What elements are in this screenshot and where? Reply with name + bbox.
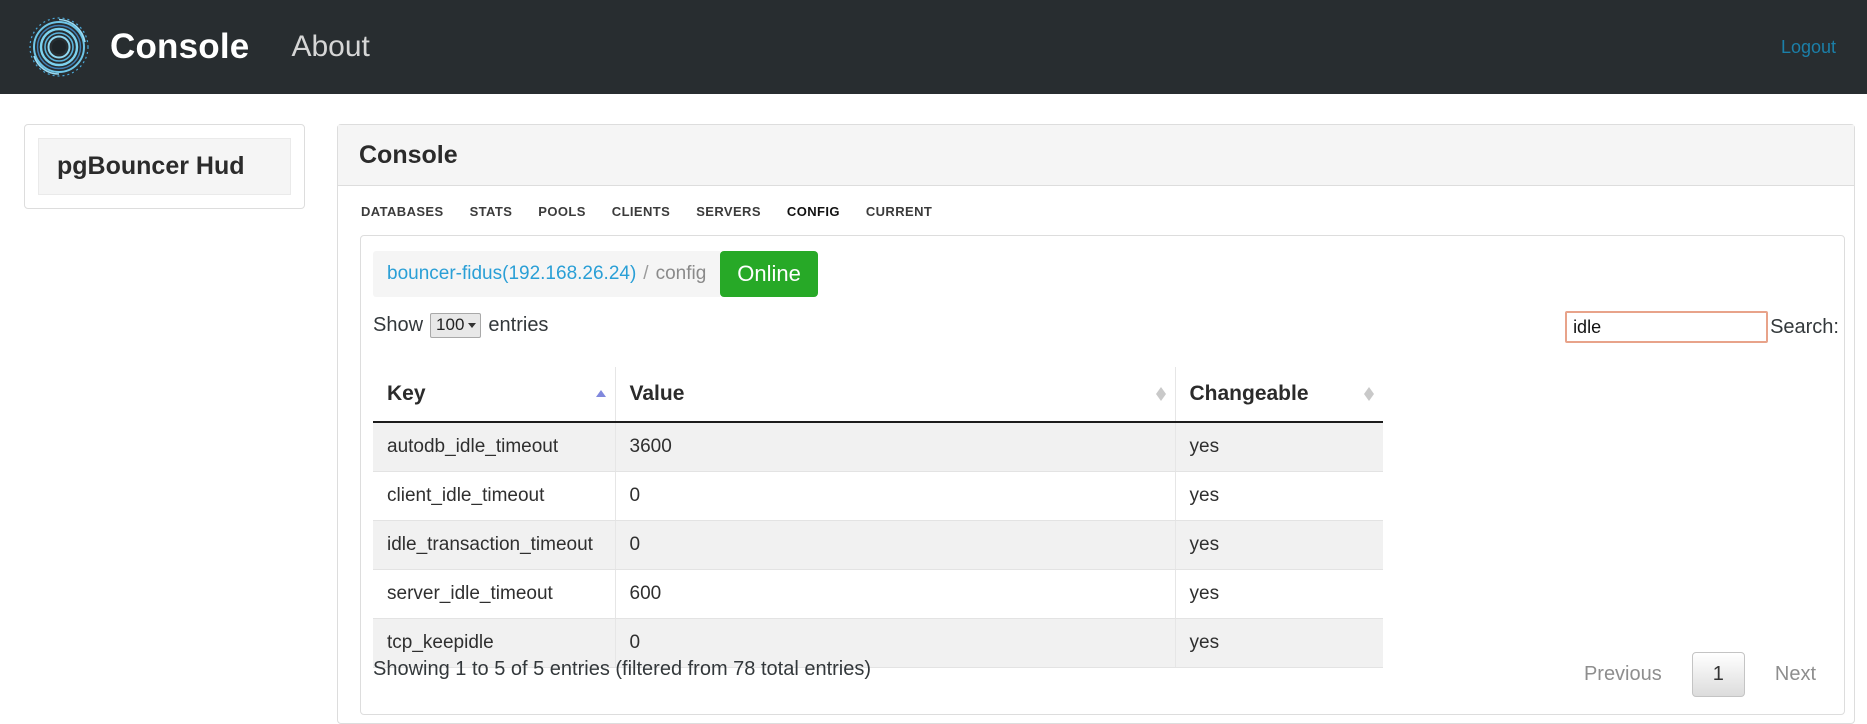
cell-key: autodb_idle_timeout (373, 422, 616, 472)
datatable-panel: bouncer-fidus(192.168.26.24) / config On… (360, 235, 1845, 715)
sidebar-panel: pgBouncer Hud (24, 124, 305, 209)
cell-value: 0 (615, 471, 1176, 521)
column-header-value-label: Value (629, 382, 685, 405)
config-table-wrapper: Key Value Changeable autodb_idle_timeout… (373, 367, 1383, 668)
navbar-right: Logout (1781, 37, 1836, 58)
datatable-controls: Show 100 entries Search: (361, 311, 1844, 353)
show-label: Show (373, 314, 424, 336)
breadcrumb-separator: / (643, 263, 649, 284)
breadcrumb: bouncer-fidus(192.168.26.24) / config On… (373, 251, 818, 297)
page-body: pgBouncer Hud Console DATABASES STATS PO… (0, 94, 1867, 724)
tab-current[interactable]: CURRENT (866, 204, 932, 219)
search-label: Search: (1770, 315, 1839, 338)
tab-config[interactable]: CONFIG (787, 204, 840, 219)
page-length-select[interactable]: 100 (430, 313, 482, 338)
column-header-changeable[interactable]: Changeable (1175, 367, 1383, 423)
table-body: autodb_idle_timeout 3600 yes client_idle… (373, 422, 1383, 668)
column-header-value[interactable]: Value (615, 367, 1176, 423)
breadcrumb-host-link[interactable]: bouncer-fidus(192.168.26.24) (387, 263, 636, 285)
pagination-next[interactable]: Next (1757, 652, 1834, 697)
concentric-rings-logo-icon (28, 16, 90, 78)
sort-both-icon (1155, 386, 1166, 402)
sort-both-icon (1364, 386, 1374, 402)
table-row[interactable]: server_idle_timeout 600 yes (373, 569, 1383, 619)
length-control: Show 100 entries (373, 313, 548, 338)
cell-key: server_idle_timeout (373, 569, 616, 619)
search-input[interactable] (1565, 311, 1769, 343)
page-length-value: 100 (436, 315, 465, 334)
chevron-down-icon (468, 322, 477, 328)
pagination-previous[interactable]: Previous (1566, 652, 1680, 697)
column-header-changeable-label: Changeable (1189, 382, 1309, 405)
cell-key: client_idle_timeout (373, 471, 616, 521)
nav-link-about[interactable]: About (291, 30, 369, 64)
column-header-key[interactable]: Key (373, 367, 616, 423)
entries-label: entries (488, 314, 549, 336)
tab-pools[interactable]: POOLS (538, 204, 586, 219)
cell-changeable: yes (1175, 422, 1383, 472)
tab-servers[interactable]: SERVERS (696, 204, 761, 219)
column-header-key-label: Key (387, 382, 426, 405)
page-title: Console (359, 140, 458, 169)
sort-ascending-icon (595, 386, 606, 402)
brand-title[interactable]: Console (110, 27, 249, 67)
cell-value: 600 (615, 569, 1176, 619)
status-badge: Online (720, 251, 818, 297)
table-row[interactable]: autodb_idle_timeout 3600 yes (373, 422, 1383, 472)
table-head: Key Value Changeable (373, 367, 1383, 423)
tab-databases[interactable]: DATABASES (361, 204, 444, 219)
logout-link[interactable]: Logout (1781, 37, 1836, 57)
cell-changeable: yes (1175, 471, 1383, 521)
table-row[interactable]: client_idle_timeout 0 yes (373, 471, 1383, 521)
pagination-page-1[interactable]: 1 (1691, 652, 1745, 697)
table-row[interactable]: idle_transaction_timeout 0 yes (373, 520, 1383, 570)
breadcrumb-box: bouncer-fidus(192.168.26.24) / config (373, 251, 721, 297)
sidebar-heading: pgBouncer Hud (38, 138, 291, 195)
breadcrumb-section: config (655, 263, 707, 284)
table-header-row: Key Value Changeable (373, 367, 1383, 423)
datatable-footer: Showing 1 to 5 of 5 entries (filtered fr… (361, 652, 1844, 698)
search-control: Search: (1565, 311, 1839, 343)
tab-clients[interactable]: CLIENTS (612, 204, 670, 219)
cell-changeable: yes (1175, 569, 1383, 619)
config-table: Key Value Changeable autodb_idle_timeout… (373, 367, 1383, 668)
panel-heading: Console (338, 125, 1854, 186)
pagination: Previous 1 Next (1566, 652, 1834, 697)
top-navbar: Console About Logout (0, 0, 1867, 94)
tab-bar: DATABASES STATS POOLS CLIENTS SERVERS CO… (338, 186, 1854, 219)
tab-stats[interactable]: STATS (470, 204, 513, 219)
cell-value: 3600 (615, 422, 1176, 472)
cell-value: 0 (615, 520, 1176, 570)
cell-changeable: yes (1175, 520, 1383, 570)
cell-key: idle_transaction_timeout (373, 520, 616, 570)
main-panel: Console DATABASES STATS POOLS CLIENTS SE… (337, 124, 1855, 724)
table-info: Showing 1 to 5 of 5 entries (filtered fr… (373, 658, 872, 680)
